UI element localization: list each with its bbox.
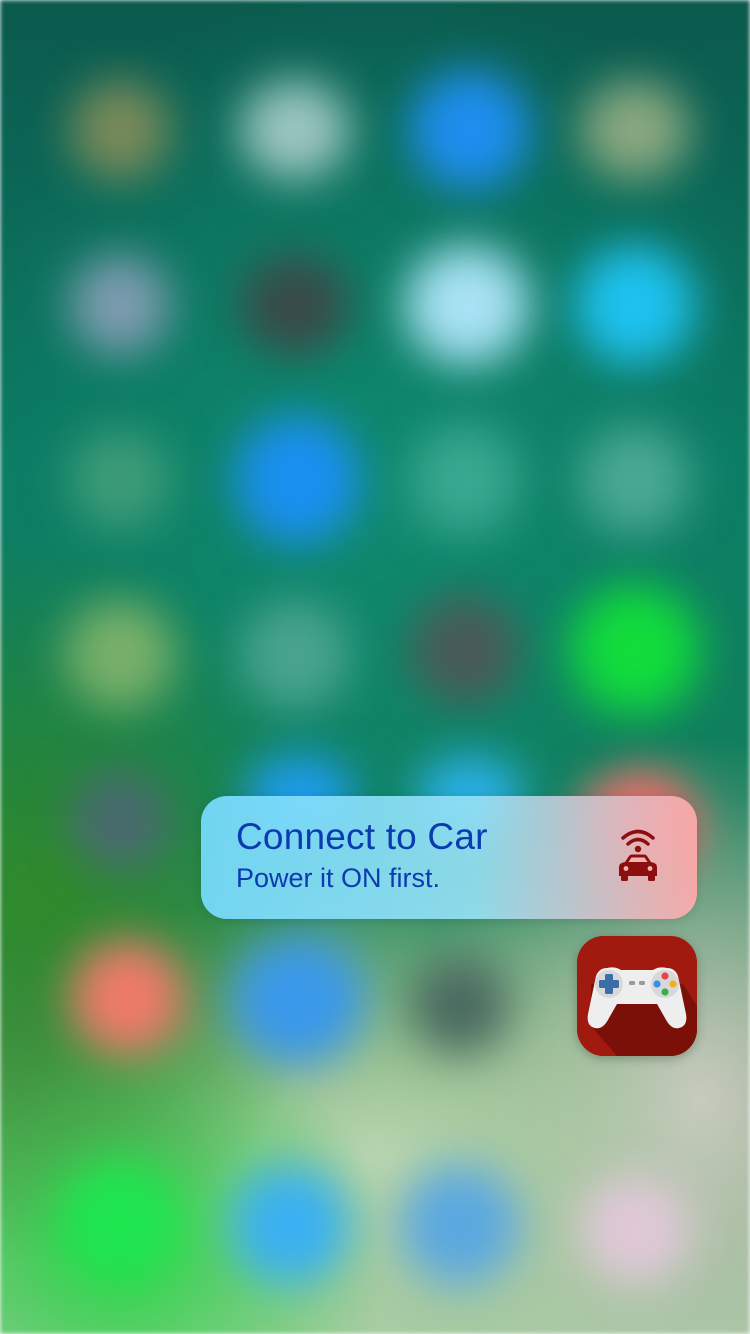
blurred-app-icon	[230, 935, 365, 1065]
blurred-dock-icon	[60, 1160, 180, 1280]
blurred-app-icon	[240, 255, 350, 355]
blurred-app-icon	[410, 955, 510, 1055]
quick-action-title: Connect to Car	[236, 816, 488, 857]
blurred-app-icon	[410, 425, 520, 535]
blurred-app-icon	[580, 425, 690, 535]
blurred-dock-icon	[400, 1165, 520, 1285]
blurred-app-icon	[405, 245, 530, 365]
blurred-app-icon	[570, 585, 700, 715]
connect-to-car-action[interactable]: Connect to Car Power it ON first.	[201, 796, 697, 919]
blurred-app-icon	[65, 600, 175, 710]
blurred-app-icon	[70, 430, 170, 530]
blurred-app-icon	[70, 255, 170, 355]
car-controller-app-icon[interactable]	[577, 936, 697, 1056]
blurred-app-icon	[410, 595, 520, 705]
blurred-app-icon	[575, 245, 695, 365]
quick-action-subtitle: Power it ON first.	[236, 863, 441, 893]
blurred-app-icon	[70, 940, 185, 1055]
blurred-app-icon	[240, 80, 350, 180]
blurred-app-icon	[240, 600, 350, 710]
car-wifi-icon	[613, 826, 663, 888]
blurred-app-icon	[410, 70, 530, 190]
blurred-app-icon	[70, 770, 170, 870]
gamepad-icon	[577, 936, 697, 1056]
blurred-dock-icon	[230, 1165, 350, 1285]
blurred-app-icon	[70, 80, 170, 180]
blurred-app-icon	[235, 415, 360, 545]
blurred-app-icon	[580, 80, 690, 180]
blurred-dock-icon	[580, 1175, 690, 1285]
